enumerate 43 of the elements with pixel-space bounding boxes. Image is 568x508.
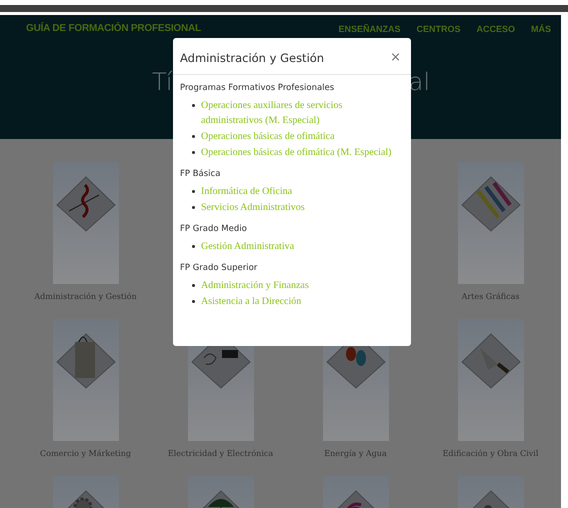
- page-title: al: [408, 68, 430, 96]
- bullet-icon: [192, 284, 195, 287]
- trowel-illustration: [460, 333, 520, 389]
- bullet-icon: [192, 104, 195, 107]
- bullet-icon: [192, 135, 195, 138]
- nav-link[interactable]: CENTROS: [416, 24, 460, 34]
- category-label[interactable]: Energía y Agua: [324, 449, 387, 458]
- category-label[interactable]: Electricidad y Electrónica: [168, 449, 274, 458]
- program-link[interactable]: Informática de Oficina: [201, 184, 292, 199]
- program-link[interactable]: Servicios Administrativos: [201, 200, 305, 215]
- close-button[interactable]: ×: [390, 50, 401, 65]
- program-link[interactable]: Administración y Finanzas: [201, 278, 309, 293]
- nav-link[interactable]: MÁS: [531, 24, 551, 34]
- bag-illustration: [56, 333, 116, 389]
- section-heading: FP Básica: [180, 169, 222, 179]
- category-tile[interactable]: [52, 162, 118, 284]
- nav-link[interactable]: ENSEÑANZAS: [338, 24, 400, 34]
- category-tile[interactable]: [458, 319, 524, 441]
- section-heading: FP Grado Medio: [180, 224, 248, 234]
- category-label[interactable]: Artes Gráficas: [462, 292, 520, 301]
- bullet-icon: [192, 190, 195, 193]
- category-tile[interactable]: [458, 162, 524, 284]
- bullet-icon: [192, 245, 195, 248]
- site-logo[interactable]: GUÍA DE FORMACIÓN PROFESIONAL: [26, 23, 201, 34]
- category-label[interactable]: Edificación y Obra Civil: [442, 449, 538, 458]
- section-heading: Programas Formativos Profesionales: [180, 83, 336, 93]
- page-title: Tí: [152, 68, 173, 96]
- program-link[interactable]: Gestión Administrativa: [201, 239, 294, 254]
- section-heading: FP Grado Superior: [180, 263, 258, 273]
- bullet-icon: [192, 151, 195, 154]
- bullet-icon: [192, 206, 195, 209]
- program-link[interactable]: Asistencia a la Dirección: [201, 294, 302, 309]
- nav-link[interactable]: ACCESO: [476, 24, 515, 34]
- chart-illustration: [56, 176, 116, 232]
- pencils-illustration: [460, 176, 520, 232]
- category-label[interactable]: Comercio y Márketing: [40, 449, 131, 458]
- program-link[interactable]: Operaciones auxiliares de servicios administrativos (M. Especial): [201, 98, 404, 128]
- program-link[interactable]: Operaciones básicas de ofimática: [201, 129, 335, 144]
- program-link[interactable]: Operaciones básicas de ofimática (M. Especial): [201, 145, 392, 160]
- category-tile[interactable]: [52, 319, 118, 441]
- category-label[interactable]: Administración y Gestión: [34, 292, 137, 301]
- bullet-icon: [192, 300, 195, 303]
- modal-title: Administración y Gestión: [180, 50, 324, 64]
